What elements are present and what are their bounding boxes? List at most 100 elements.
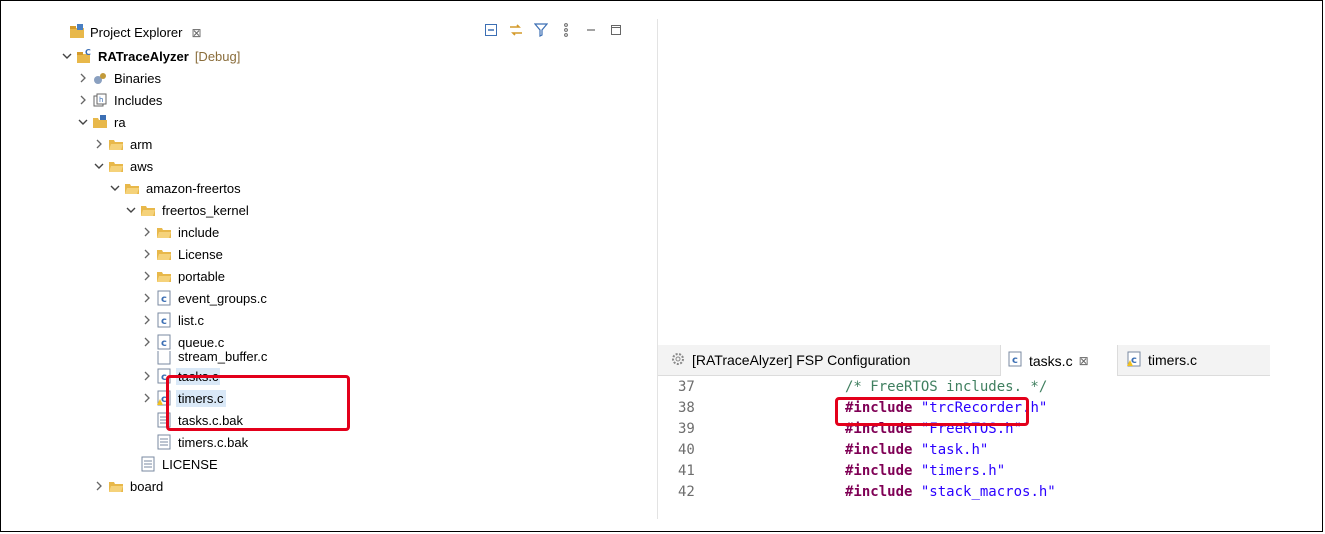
c-file-icon: c [156,290,172,306]
tree-item-timers-bak[interactable]: timers.c.bak [156,431,250,453]
text-file-icon [140,456,156,472]
tree-item-project[interactable]: C RATraceAlyzer [Debug] [61,45,240,67]
tree-label: include [178,224,220,240]
tab-label: tasks.c [1029,352,1073,369]
tree-item-stream-buffer[interactable]: stream_buffer.c [141,351,269,365]
tree-item-license-folder[interactable]: License [141,243,225,265]
tab-label: timers.c [1148,352,1197,368]
svg-text:c: c [1012,355,1018,366]
project-explorer-tab[interactable]: Project Explorer ⊠ [69,23,202,42]
tree-item-includes[interactable]: h Includes [77,89,164,111]
tree-item-event-groups[interactable]: c event_groups.c [141,287,269,309]
project-explorer-header: Project Explorer ⊠ [61,19,657,45]
code-statement: #include "task.h" [845,442,988,458]
tree-item-freertos-kernel[interactable]: freertos_kernel [125,199,251,221]
chevron-right-icon[interactable] [141,387,153,409]
tree-item-include[interactable]: include [141,221,221,243]
chevron-right-icon[interactable] [141,331,153,353]
tree-item-board[interactable]: board [93,475,165,497]
close-view-icon[interactable]: ⊠ [191,26,201,40]
chevron-right-icon[interactable] [141,287,153,309]
tree-item-amazon-freertos[interactable]: amazon-freertos [109,177,243,199]
chevron-down-icon[interactable] [61,45,73,67]
minimize-icon[interactable] [583,22,599,38]
line-number: 41 [678,463,695,479]
tab-timers-c[interactable]: c timers.c [1120,345,1220,375]
tree-label: License [178,246,223,262]
tree-item-license-file[interactable]: LICENSE [140,453,220,475]
close-tab-icon[interactable]: ⊠ [1079,354,1089,368]
chevron-right-icon[interactable] [141,221,153,243]
project-explorer-icon [69,23,85,42]
chevron-right-icon[interactable] [141,365,153,387]
chevron-right-icon[interactable] [93,475,105,497]
code-line: 40 #include "task.h" [658,440,1270,460]
tree-item-list[interactable]: c list.c [141,309,206,331]
code-string: "timers.h" [920,463,1006,479]
code-line: 41 #include "timers.h" [658,461,1270,481]
tree-label: LICENSE [162,456,218,472]
code-string: "task.h" [920,442,989,458]
c-file-icon [156,351,172,365]
svg-text:c: c [161,294,167,305]
project-name: RATraceAlyzer [98,48,189,64]
collapse-all-icon[interactable] [483,22,499,38]
c-file-icon: c [156,312,172,328]
chevron-right-icon[interactable] [77,67,89,89]
tree-label: Includes [114,92,163,108]
tree-label: Binaries [114,70,161,86]
view-menu-icon[interactable] [558,22,574,38]
line-number: 38 [678,400,695,416]
link-with-editor-icon[interactable] [508,22,524,38]
svg-text:C: C [85,48,91,57]
code-directive: #include [845,484,913,500]
chevron-right-icon[interactable] [93,133,105,155]
editor-tab-bar: [RATraceAlyzer] FSP Configuration c task… [658,345,1270,376]
line-number: 37 [678,379,695,395]
svg-text:h: h [99,96,103,104]
code-statement: #include "timers.h" [845,463,1005,479]
folder-icon [108,136,124,152]
tree-item-aws[interactable]: aws [93,155,155,177]
chevron-down-icon[interactable] [93,155,105,177]
folder-icon [108,158,124,174]
tree-label: portable [178,268,225,284]
tree-item-ra[interactable]: ra [77,111,128,133]
tree-item-portable[interactable]: portable [141,265,227,287]
chevron-down-icon[interactable] [125,199,137,221]
chevron-right-icon[interactable] [141,309,153,331]
tree-label: timers.c.bak [178,434,249,450]
text-file-icon [156,434,172,450]
chevron-right-icon[interactable] [141,243,153,265]
code-string: "stack_macros.h" [920,484,1056,500]
chevron-right-icon[interactable] [141,265,153,287]
filter-icon[interactable] [533,22,549,38]
chevron-down-icon[interactable] [109,177,121,199]
folder-icon [108,478,124,494]
code-statement: #include "stack_macros.h" [845,484,1056,500]
maximize-icon[interactable] [608,22,624,38]
tab-fsp-configuration[interactable]: [RATraceAlyzer] FSP Configuration [664,345,976,375]
code-line: 42 #include "stack_macros.h" [658,482,1270,502]
chevron-down-icon[interactable] [77,111,89,133]
code-directive: #include [845,463,913,479]
code-comment: /* FreeRTOS includes. */ [845,379,1048,395]
svg-text:c: c [161,338,167,349]
tree-label: amazon-freertos [146,180,241,196]
tree-label: stream_buffer.c [178,351,268,364]
includes-icon: h [92,92,108,108]
tree-item-arm[interactable]: arm [93,133,154,155]
tree-item-binaries[interactable]: Binaries [77,67,163,89]
tree-label: board [130,478,164,494]
chevron-right-icon[interactable] [77,89,89,111]
tab-tasks-c[interactable]: c tasks.c ⊠ [1000,345,1118,376]
svg-text:c: c [161,316,167,327]
folder-icon [124,180,140,196]
build-config-label: [Debug] [194,48,241,64]
tree-item-queue[interactable]: c queue.c [141,331,226,353]
editor-area: [RATraceAlyzer] FSP Configuration c task… [658,345,1270,519]
binaries-icon [92,70,108,86]
line-number: 39 [678,421,695,437]
folder-icon [156,224,172,240]
chevron-right-icon[interactable] [141,351,153,365]
